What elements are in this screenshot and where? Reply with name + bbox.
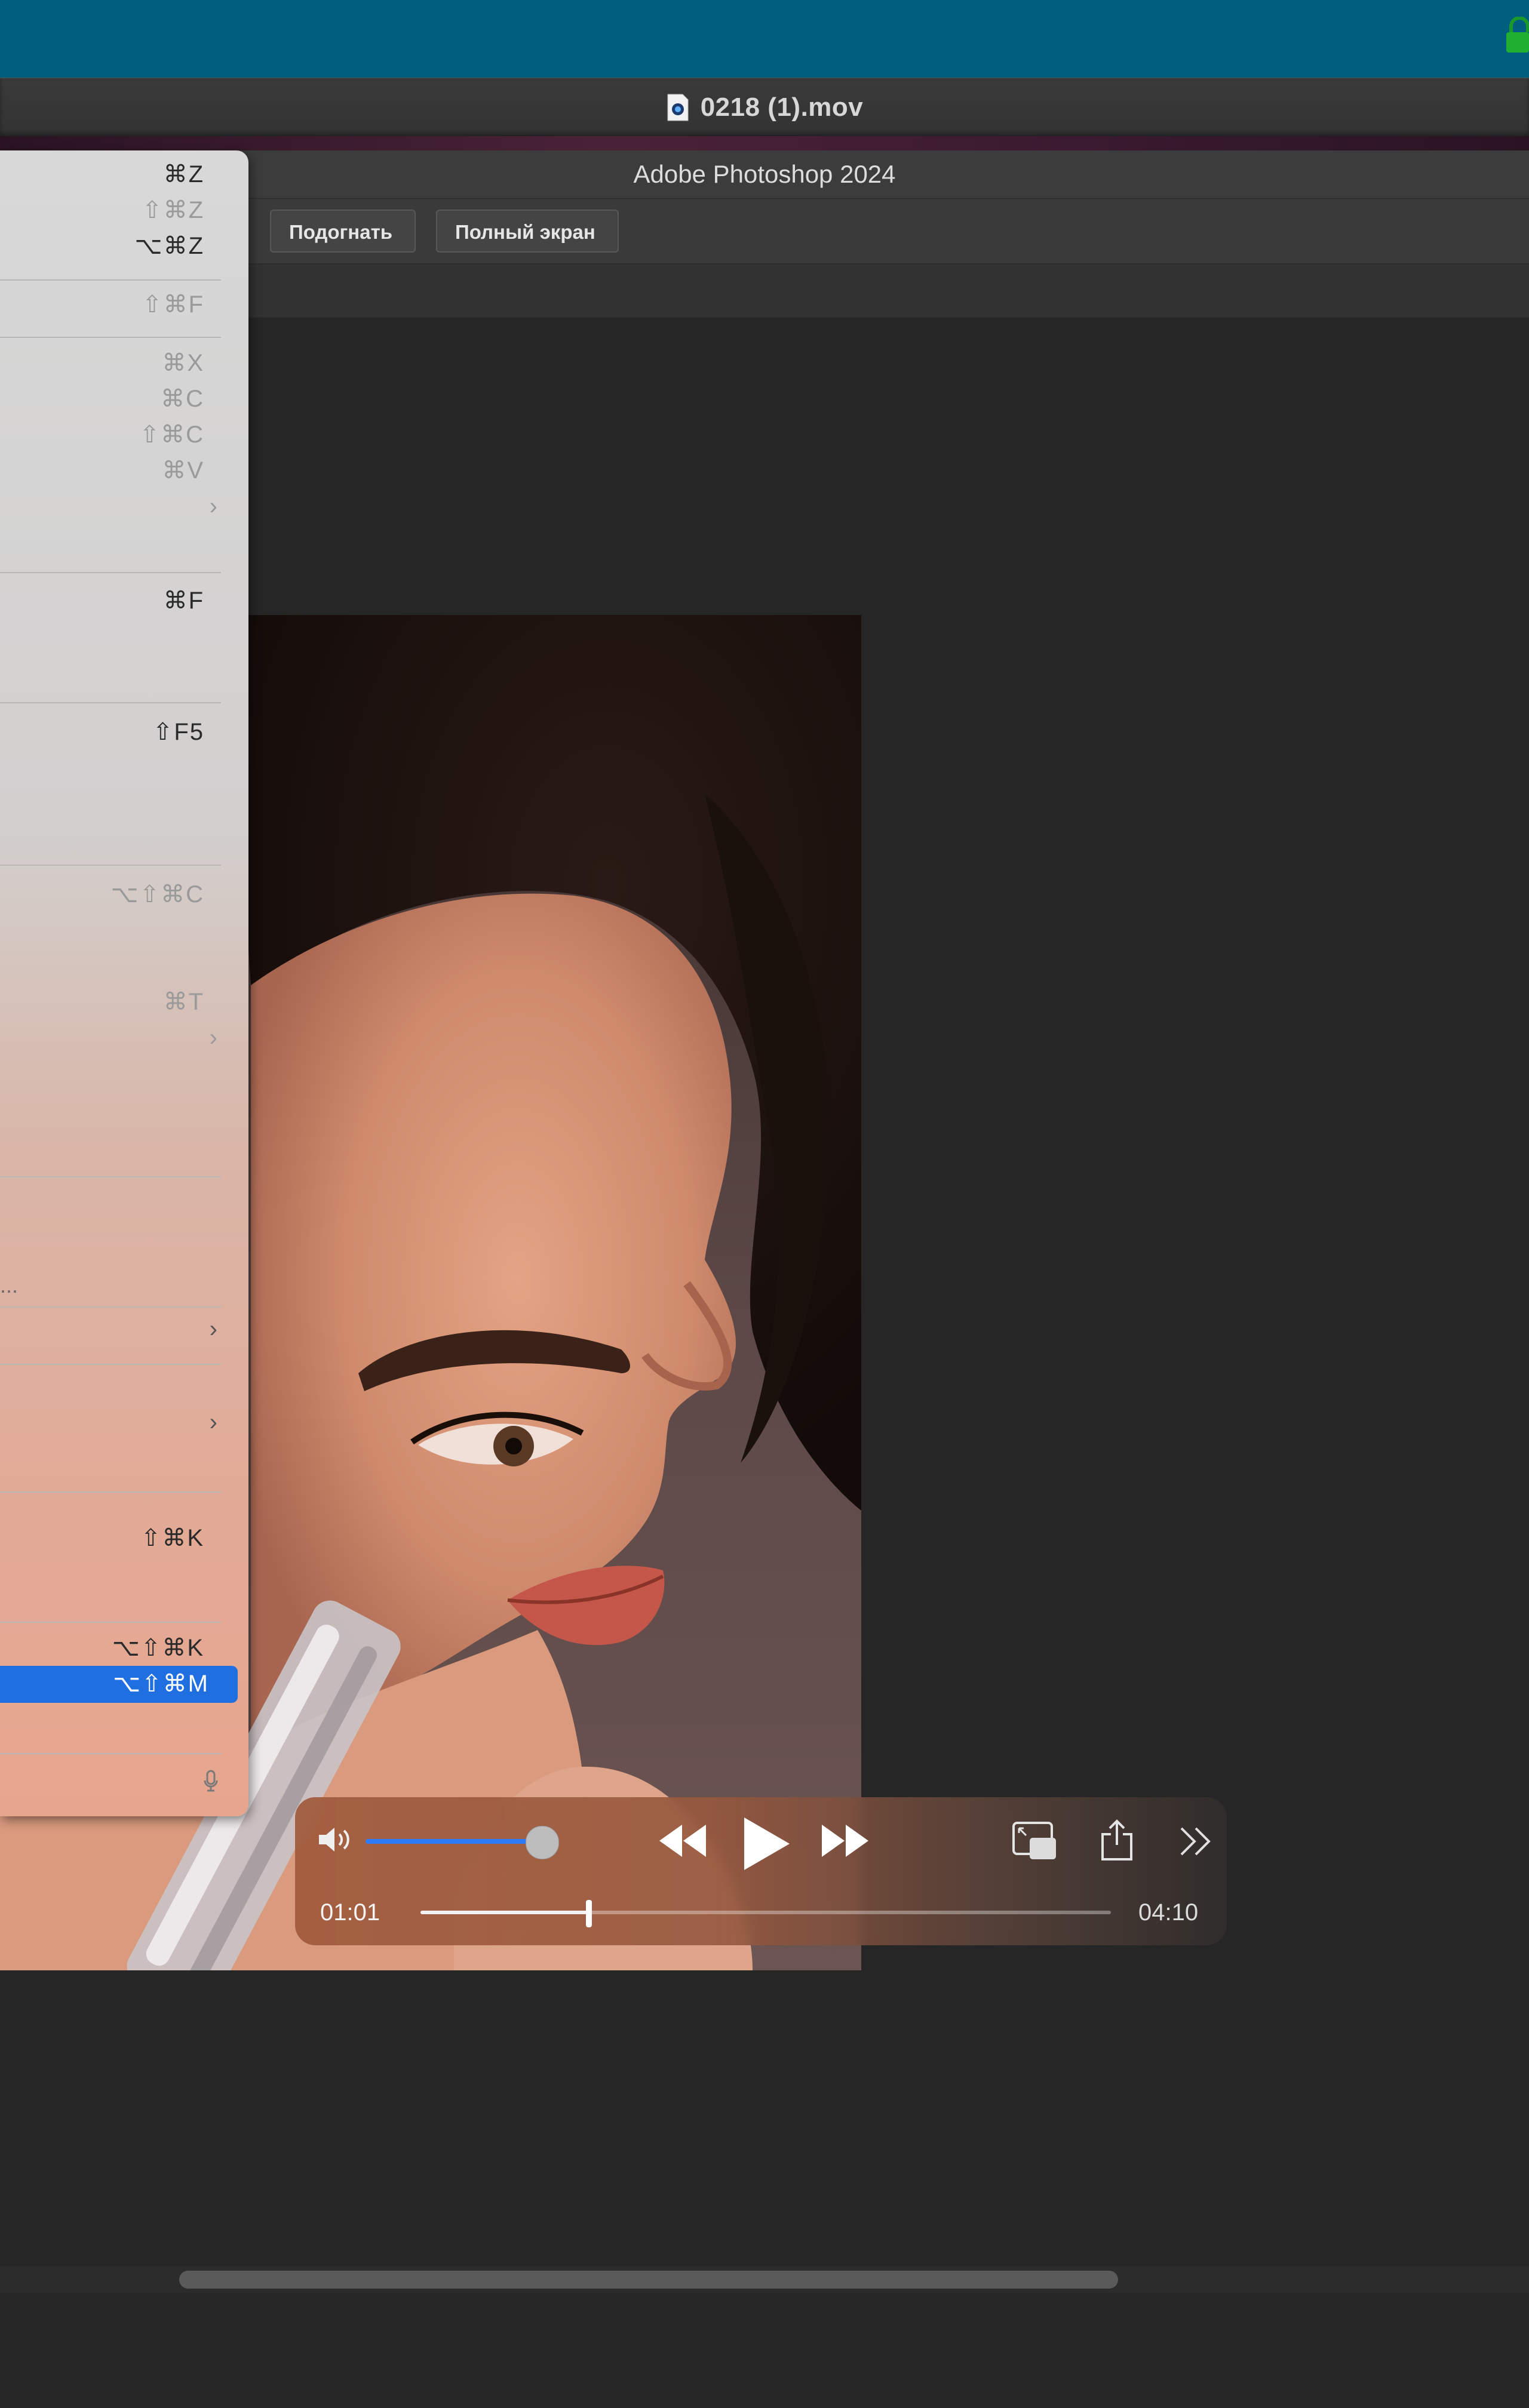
menu-separator bbox=[0, 865, 221, 866]
shortcut-label: ⌘F bbox=[163, 588, 204, 614]
fit-screen-button[interactable]: Подогнать bbox=[270, 210, 416, 253]
volume-fill bbox=[366, 1839, 542, 1844]
shortcut-label: ⇧⌘Z bbox=[142, 197, 204, 223]
menu-item-copy[interactable]: ⌘C bbox=[0, 381, 248, 417]
menu-item-puppet-warp[interactable]: ⌥⇧⌘C bbox=[0, 877, 248, 912]
shortcut-label: ⇧⌘F bbox=[142, 291, 204, 318]
volume-icon[interactable] bbox=[317, 1825, 355, 1855]
volume-slider-knob[interactable] bbox=[525, 1826, 559, 1859]
play-icon[interactable] bbox=[738, 1815, 792, 1872]
background-strip bbox=[0, 136, 1529, 150]
shortcut-label: ⌥⌘Z bbox=[134, 233, 204, 259]
elapsed-time: 01:01 bbox=[320, 1899, 380, 1926]
more-icon[interactable] bbox=[1178, 1825, 1214, 1858]
menu-item-paste-special[interactable]: › bbox=[0, 488, 248, 524]
menu-item-color-settings[interactable]: ⇧⌘K bbox=[0, 1520, 248, 1556]
shortcut-label: ⇧⌘C bbox=[139, 422, 204, 448]
menu-item-menus-highlighted[interactable]: ⌥⇧⌘M bbox=[0, 1666, 238, 1703]
shortcut-label: ⇧⌘K bbox=[140, 1525, 204, 1551]
chevron-right-icon: › bbox=[209, 1316, 217, 1342]
menu-item-redo[interactable]: ⇧⌘Z bbox=[0, 192, 248, 228]
quicktime-document-icon bbox=[667, 94, 689, 121]
menu-item-fade[interactable]: ⇧⌘F bbox=[0, 287, 248, 322]
shortcut-label: ⇧F5 bbox=[152, 719, 204, 745]
chevron-right-icon: › bbox=[209, 1025, 217, 1051]
menu-item-paste[interactable]: ⌘V bbox=[0, 453, 248, 488]
shortcut-label: ⌥⇧⌘K bbox=[112, 1635, 204, 1661]
chevron-right-icon: › bbox=[209, 1409, 217, 1435]
rewind-icon[interactable] bbox=[657, 1822, 708, 1859]
lock-icon bbox=[1506, 17, 1529, 53]
window-title: 0218 (1).mov bbox=[700, 93, 864, 122]
shortcut-label: ⌘V bbox=[162, 457, 204, 484]
edit-menu: ⌘Z ⇧⌘Z ⌥⌘Z ⇧⌘F ⌘X ⌘C ⇧⌘C ⌘V › ⌘F ⇧F5 ⌥⇧⌘… bbox=[0, 150, 248, 1816]
timeline-playhead[interactable] bbox=[586, 1900, 592, 1927]
menu-item-toggle-last-state[interactable]: ⌥⌘Z bbox=[0, 228, 248, 264]
menu-separator bbox=[0, 702, 221, 703]
menu-separator bbox=[0, 1753, 221, 1754]
menu-separator bbox=[0, 337, 221, 338]
menu-separator bbox=[0, 572, 221, 573]
player-controls: 01:01 04:10 bbox=[295, 1797, 1227, 1945]
shortcut-label: ⌘X bbox=[162, 350, 204, 376]
menu-item-submenu-2[interactable]: › bbox=[0, 1404, 248, 1440]
total-duration: 04:10 bbox=[1138, 1899, 1199, 1926]
menu-separator bbox=[0, 1622, 221, 1623]
menu-item-submenu-1[interactable]: › bbox=[0, 1311, 248, 1347]
menu-separator bbox=[0, 279, 221, 281]
timeline-progress bbox=[420, 1911, 590, 1914]
menu-separator bbox=[0, 1306, 221, 1308]
shortcut-label: ⌥⇧⌘C bbox=[110, 881, 204, 908]
menu-item-fill[interactable]: ⇧F5 bbox=[0, 714, 248, 750]
menu-item-keyboard-shortcuts[interactable]: ⌥⇧⌘K bbox=[0, 1630, 248, 1666]
truncated-label: ... bbox=[0, 1273, 19, 1297]
scrollbar-thumb[interactable] bbox=[179, 2271, 1118, 2289]
fast-forward-icon[interactable] bbox=[819, 1822, 871, 1859]
menu-item-search[interactable]: ⌘F bbox=[0, 583, 248, 619]
menu-separator bbox=[0, 1364, 221, 1365]
quicktime-title-bar[interactable]: 0218 (1).mov bbox=[0, 78, 1529, 137]
shortcut-label: ⌘C bbox=[161, 386, 204, 412]
menu-separator bbox=[0, 1491, 221, 1493]
menu-item-undo[interactable]: ⌘Z bbox=[0, 156, 248, 192]
menu-item-dictation[interactable] bbox=[0, 1763, 248, 1798]
picture-in-picture-icon[interactable] bbox=[1012, 1821, 1057, 1860]
chevron-right-icon: › bbox=[209, 493, 217, 519]
menu-item-free-transform[interactable]: ⌘T bbox=[0, 984, 248, 1020]
shortcut-label: ⌘T bbox=[163, 989, 204, 1015]
menu-item-copy-merged[interactable]: ⇧⌘C bbox=[0, 417, 248, 453]
shortcut-label: ⌥⇧⌘M bbox=[113, 1671, 209, 1697]
share-icon[interactable] bbox=[1099, 1819, 1135, 1862]
menu-item-transform[interactable]: › bbox=[0, 1020, 248, 1056]
menu-separator bbox=[0, 1176, 221, 1177]
microphone-icon bbox=[204, 1770, 218, 1792]
desktop-background bbox=[0, 0, 1529, 78]
menu-item-cut[interactable]: ⌘X bbox=[0, 345, 248, 381]
shortcut-label: ⌘Z bbox=[163, 161, 204, 187]
fill-screen-button[interactable]: Полный экран bbox=[436, 210, 619, 253]
title-group: 0218 (1).mov bbox=[0, 78, 1529, 137]
